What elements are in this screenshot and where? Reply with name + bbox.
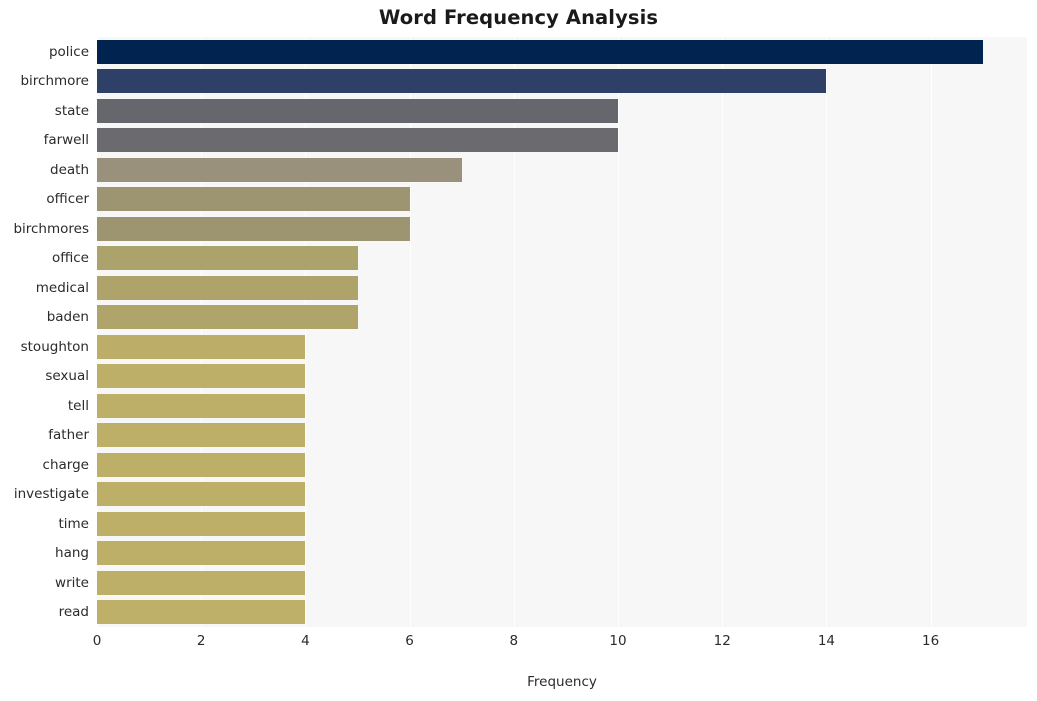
y-axis-tick-label: birchmores <box>13 220 89 237</box>
chart-figure: Word Frequency Analysis police birchmore s… <box>0 0 1037 701</box>
x-axis-label: Frequency <box>527 674 597 690</box>
y-axis-tick-label: officer <box>46 191 89 208</box>
y-axis-tick-label: father <box>48 427 89 444</box>
x-axis-tick-label: 14 <box>817 633 835 649</box>
x-axis-tick-label: 10 <box>609 633 627 649</box>
y-axis-tick-label: death <box>50 161 89 178</box>
x-axis-tick-label: 6 <box>405 633 414 649</box>
y-axis-tick-label: write <box>55 574 89 591</box>
y-axis-tick-label: investigate <box>13 486 89 503</box>
y-axis-tick-label: police <box>48 43 89 60</box>
y-axis-tick-label: time <box>58 515 89 532</box>
y-axis-tick-label: farwell <box>43 132 89 149</box>
y-axis-tick-labels: police birchmore state farwell death officer b… <box>0 37 1037 627</box>
y-axis-tick-label: birchmore <box>20 73 89 90</box>
y-axis-tick-label: tell <box>67 397 89 414</box>
y-axis-tick-label: office <box>51 250 89 267</box>
x-axis-tick-label: 2 <box>196 633 206 649</box>
y-axis-tick-label: stoughton <box>20 338 89 355</box>
y-axis-tick-label: hang <box>55 545 89 562</box>
chart-title: Word Frequency Analysis <box>378 6 659 29</box>
y-axis-tick-label: baden <box>46 309 89 326</box>
x-axis-tick-label: 0 <box>92 633 102 649</box>
y-axis-tick-label: state <box>54 102 89 119</box>
y-axis-tick-label: charge <box>42 456 89 473</box>
y-axis-tick-label: sexual <box>45 368 89 385</box>
x-axis-tick-label: 16 <box>922 633 940 649</box>
x-axis-tick-label: 4 <box>301 633 310 649</box>
y-axis-tick-label: medical <box>35 279 89 296</box>
y-axis-tick-label: read <box>58 604 89 621</box>
x-axis-tick-label: 12 <box>713 633 731 649</box>
x-axis-tick-label: 8 <box>509 633 519 649</box>
